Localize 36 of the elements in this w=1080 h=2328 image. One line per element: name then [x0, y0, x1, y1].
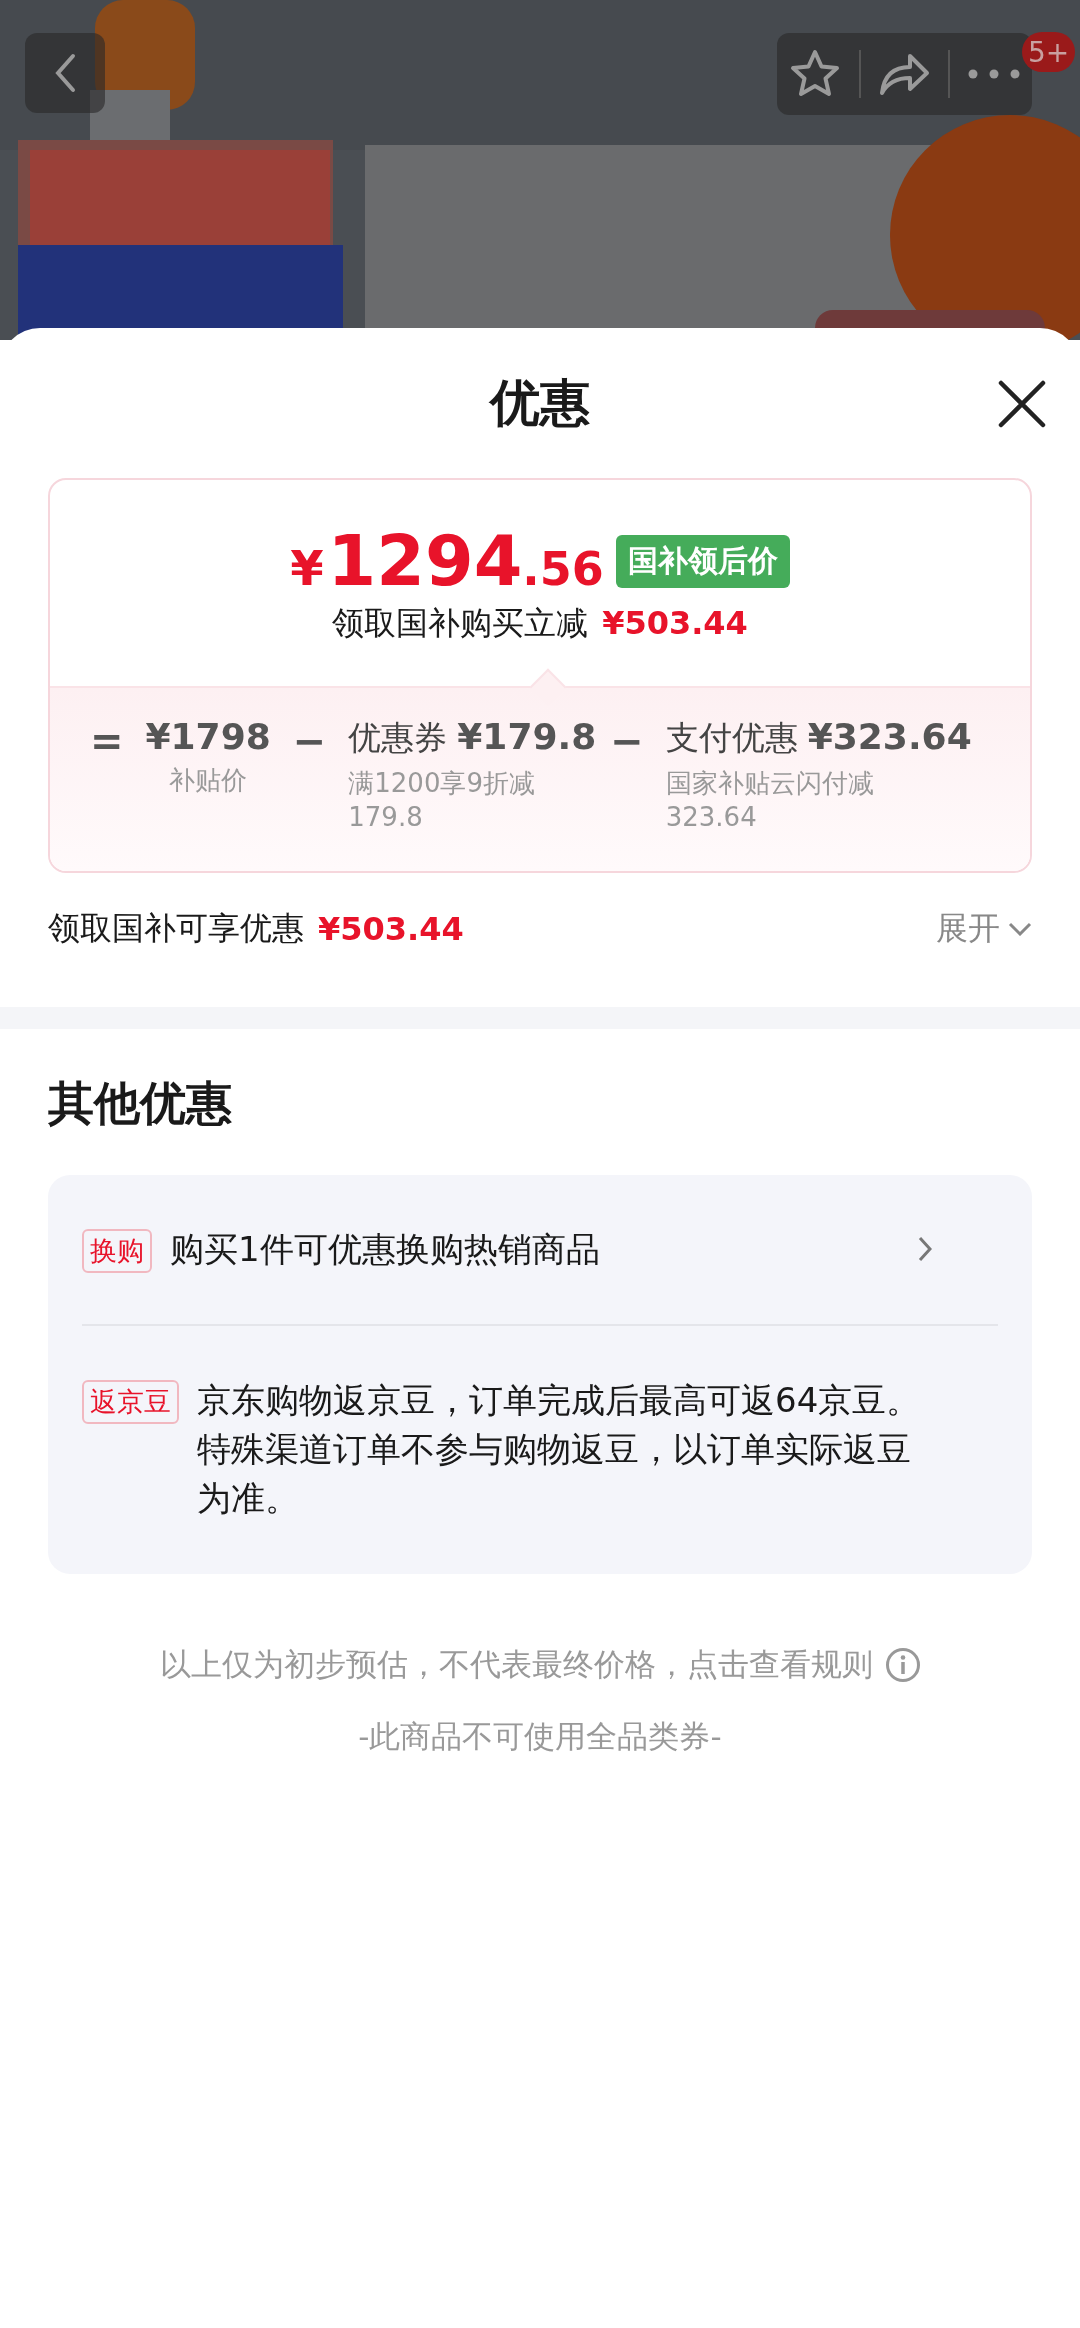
- back-button[interactable]: [25, 33, 105, 113]
- chevron-right-icon[interactable]: [918, 1236, 932, 1263]
- term-label: 优惠券: [348, 717, 448, 759]
- operator-sign: −: [610, 718, 644, 764]
- term-amount: ¥179.8: [457, 716, 597, 757]
- restriction-note: -此商品不可使用全品类券-: [358, 1716, 722, 1756]
- total-label: 领取国补可享优惠: [48, 907, 304, 949]
- summary-label: 领取国补购买立减: [332, 603, 589, 644]
- offer-tag: 返京豆: [82, 1379, 179, 1424]
- summary-amount: ¥503.44: [602, 604, 748, 642]
- share-icon: [878, 51, 931, 97]
- price-tag: 国补领后价: [615, 534, 790, 588]
- operator-sign: =: [90, 718, 124, 764]
- section-title: 其他优惠: [48, 1074, 233, 1132]
- term-note: 国家补贴云闪付减323.64: [665, 767, 875, 834]
- close-icon: [998, 380, 1046, 428]
- operator-sign: −: [292, 718, 327, 764]
- term-note: 满1200享9折减179.8: [348, 767, 536, 834]
- sheet-title: 优惠: [490, 372, 590, 434]
- total-amount: ¥503.44: [318, 909, 464, 948]
- offer-tag: 换购: [82, 1229, 152, 1274]
- info-icon: [884, 1646, 921, 1683]
- offer-text: 京东购物返京豆，订单完成后最高可返64京豆。特殊渠道订单不参与购物返豆，以订单实际返豆为准。: [197, 1378, 922, 1521]
- final-price: ¥1294.56: [290, 526, 604, 596]
- expand-button[interactable]: 展开: [936, 906, 1032, 951]
- back-icon: [54, 53, 76, 93]
- offer-text: 购买1件可优惠换购热销商品: [170, 1227, 601, 1271]
- term-amount: ¥323.64: [807, 716, 972, 757]
- star-icon: [789, 49, 842, 99]
- term-note: 补贴价: [169, 764, 248, 797]
- term-label: 支付优惠: [665, 717, 798, 759]
- more-icon: [967, 69, 1020, 79]
- rules-link[interactable]: 以上仅为初步预估，不代表最终价格，点击查看规则: [159, 1643, 921, 1686]
- chevron-down-icon: [1008, 921, 1032, 936]
- term-amount: ¥1798: [145, 716, 271, 757]
- close-button[interactable]: [996, 378, 1048, 430]
